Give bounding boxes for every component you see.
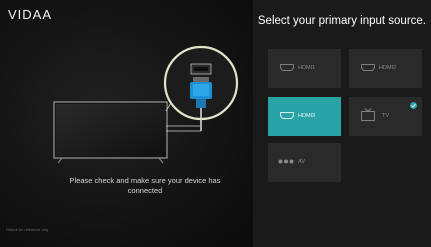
prompt-title: Select your primary input source. (257, 15, 426, 27)
tv-illustration-icon (53, 101, 168, 164)
av-connector-icon (278, 159, 294, 164)
source-label: HDMI2 (379, 65, 397, 71)
source-label: HDMI1 (298, 65, 316, 71)
source-tile-hdmi3[interactable]: HDMI3 (268, 97, 341, 136)
hdmi-magnifier-icon (163, 45, 239, 131)
tv-connection-illustration (53, 45, 239, 164)
hdmi-port-icon (280, 64, 294, 71)
source-label: TV (382, 113, 390, 119)
tv-antenna-icon (361, 108, 375, 121)
hdmi-port-icon (361, 64, 375, 71)
hdmi-port-icon (280, 112, 294, 119)
connection-message: Please check and make sure your device h… (69, 176, 221, 195)
source-tile-hdmi1[interactable]: HDMI1 (268, 49, 341, 88)
source-tile-tv[interactable]: TV (349, 97, 422, 136)
source-label: AV (298, 159, 305, 165)
source-label: HDMI3 (298, 113, 316, 119)
source-tile-av[interactable]: AV (268, 143, 341, 182)
checkmark-icon (410, 102, 417, 109)
reference-footnote: Picture for reference only (6, 228, 49, 232)
source-tile-hdmi2[interactable]: HDMI2 (349, 49, 422, 88)
